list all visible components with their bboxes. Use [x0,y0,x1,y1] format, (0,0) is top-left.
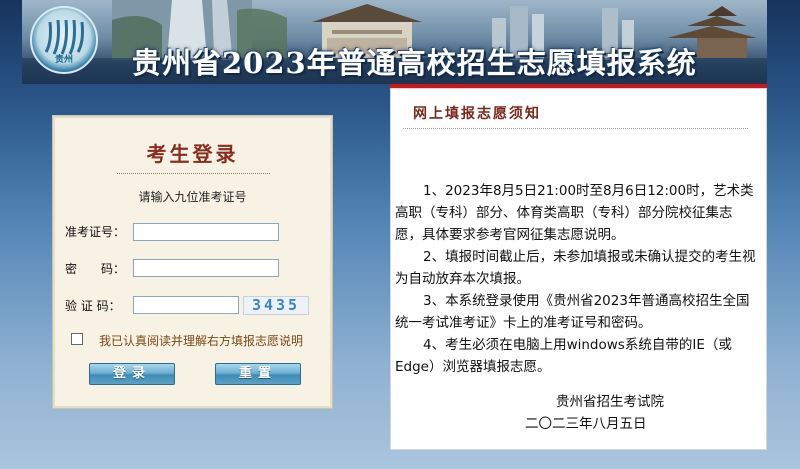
header-banner: 贵州 贵州省2023年普通高校招生志愿填报系统 [22,0,767,84]
notice-item: 3、本系统登录使用《贵州省2023年普通高校招生全国统一考试准考证》卡上的准考证… [395,293,750,331]
notice-item: 2、填报时间截止后，未参加填报或未确认提交的考生视为自动放弃本次填报。 [395,249,756,287]
notice-title: 网上填报志愿须知 [413,106,541,122]
captcha-input[interactable] [133,296,239,314]
system-title: 贵州省2023年普通高校招生志愿填报系统 [132,46,697,80]
agree-checkbox[interactable] [71,333,83,345]
agree-label: 我已认真阅读并理解右方填报志愿说明 [99,334,304,348]
signature-organization: 贵州省招生考试院 [556,394,664,410]
password-input[interactable] [133,259,279,277]
notice-body: 1、2023年8月5日21:00时至8月6日12:00时，艺术类高职（专科）部分… [395,180,757,378]
login-panel: 考生登录 请输入九位准考证号 准考证号： 密 码： 验 证 码： 3435 我已… [52,115,333,409]
title-divider [117,173,270,174]
captcha-label: 验 证 码： [65,299,121,313]
ticket-number-input[interactable] [133,223,279,241]
exam-authority-logo-icon: 贵州 [30,6,98,74]
reset-button[interactable]: 重置 [215,363,301,385]
notice-divider [403,128,748,129]
notice-item: 4、考生必须在电脑上用windows系统自带的IE（或Edge）浏览器填报志愿。 [395,337,732,375]
logo-text: 贵州 [54,55,73,65]
login-title: 考生登录 [146,142,239,166]
notice-panel: 网上填报志愿须知 1、2023年8月5日21:00时至8月6日12:00时，艺术… [390,88,767,450]
signature-date: 二〇二三年八月五日 [525,416,647,432]
login-button[interactable]: 登录 [89,363,175,385]
password-label: 密 码： [65,262,126,276]
login-hint: 请输入九位准考证号 [138,190,247,204]
notice-item: 1、2023年8月5日21:00时至8月6日12:00时，艺术类高职（专科）部分… [395,183,754,243]
captcha-image[interactable]: 3435 [243,296,309,315]
ticket-number-label: 准考证号： [65,225,126,239]
